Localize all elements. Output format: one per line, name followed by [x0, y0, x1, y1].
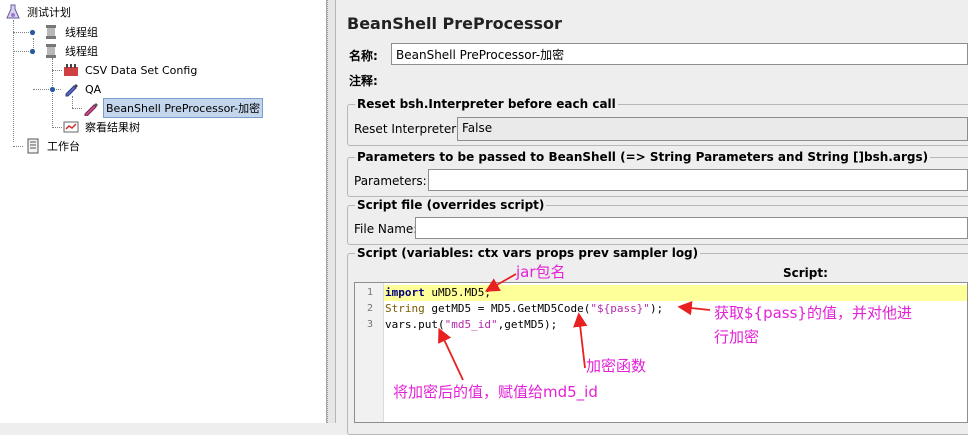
code-keyword: import	[385, 286, 425, 299]
csv-config-icon	[64, 64, 78, 76]
tree-node-label: 线程组	[65, 26, 98, 39]
code-text: getMD5 = MD5.GetMD5Code(	[424, 302, 591, 315]
comment-field[interactable]	[391, 68, 968, 88]
tree-connector	[52, 70, 62, 71]
line-number: 1	[366, 287, 373, 298]
tree-node-workbench[interactable]: 工作台	[25, 137, 82, 155]
tree-node-label: QA	[85, 82, 102, 96]
parameters-label: Parameters:	[354, 174, 427, 188]
tree-node-label: BeanShell PreProcessor-加密	[103, 98, 264, 118]
tree-node-beanshell-preprocessor[interactable]: BeanShell PreProcessor-加密	[83, 98, 264, 118]
tree-node-qa-sampler[interactable]: QA	[63, 80, 103, 98]
workbench-icon	[27, 138, 39, 154]
code-text: ,getMD5);	[497, 318, 558, 331]
tree-node-results-tree[interactable]: 察看结果树	[63, 118, 142, 136]
code-text: uMD5.MD5;	[424, 286, 491, 299]
expand-toggle-icon[interactable]	[29, 29, 36, 36]
tree-node-csv-config[interactable]: CSV Data Set Config	[63, 61, 199, 79]
tree-node-label: 线程组	[65, 45, 98, 58]
name-field[interactable]: BeanShell PreProcessor-加密	[391, 43, 968, 65]
tree-connector	[33, 89, 61, 90]
results-tree-icon	[63, 121, 79, 133]
expand-toggle-icon[interactable]	[49, 86, 56, 93]
code-text: );	[649, 302, 664, 315]
panel-title: BeanShell PreProcessor	[347, 14, 562, 33]
comment-label: 注释:	[349, 74, 378, 88]
tree-node-thread-group[interactable]: 线程组	[43, 42, 100, 60]
annotation-get-pass-cont: 行加密	[714, 328, 760, 346]
beanshell-preprocessor-panel: BeanShell PreProcessor 名称: BeanShell Pre…	[337, 0, 968, 435]
annotation-md5-function: 加密函数	[586, 357, 647, 375]
code-line-2[interactable]: String getMD5 = MD5.GetMD5Code("${pass}"…	[385, 302, 663, 315]
tree-node-label: 测试计划	[27, 6, 71, 19]
name-label: 名称:	[349, 49, 378, 63]
tree-connector	[52, 127, 62, 128]
file-name-field[interactable]	[415, 217, 968, 239]
flask-icon	[6, 4, 20, 19]
reset-interpreter-label: Reset Interpreter:	[354, 122, 461, 136]
script-file-group-title: Script file (overrides script)	[355, 198, 547, 212]
annotation-get-pass: 获取${pass}的值，并对他进	[714, 304, 912, 322]
code-text: vars.put(	[385, 318, 445, 331]
reset-interpreter-dropdown[interactable]: False	[457, 117, 968, 141]
tree-node-test-plan[interactable]: 测试计划	[5, 3, 73, 21]
split-pane-divider[interactable]	[327, 0, 336, 423]
tree-connector	[13, 146, 23, 147]
line-number: 3	[366, 319, 373, 330]
test-plan-tree: 测试计划 线程组 线程组 CSV Data Set Config QA Bean…	[0, 0, 327, 423]
tree-connector	[72, 108, 82, 109]
code-line-3[interactable]: vars.put("md5_id",getMD5);	[385, 318, 557, 331]
code-string: "${pass}"	[590, 302, 650, 315]
spool-icon	[46, 44, 56, 58]
tree-node-thread-group[interactable]: 线程组	[43, 23, 100, 41]
code-string: "md5_id"	[444, 318, 498, 331]
tree-node-label: 工作台	[47, 140, 80, 153]
tree-node-label: CSV Data Set Config	[85, 63, 198, 77]
code-type: String	[385, 302, 425, 315]
parameters-field[interactable]	[428, 169, 968, 191]
sampler-pen-icon	[65, 84, 78, 97]
script-group-title: Script (variables: ctx vars props prev s…	[355, 246, 701, 260]
parameters-group-title: Parameters to be passed to BeanShell (=>…	[355, 150, 931, 164]
preprocessor-pen-icon	[84, 103, 98, 116]
tree-connector	[13, 20, 14, 142]
tree-node-label: 察看结果树	[85, 121, 140, 134]
line-number: 2	[366, 303, 373, 314]
spool-icon	[46, 25, 56, 39]
script-label: Script:	[783, 266, 828, 280]
annotation-assign-md5-id: 将加密后的值，赋值给md5_id	[393, 383, 598, 401]
file-name-label: File Name:	[354, 222, 418, 236]
annotation-jar-package: jar包名	[516, 263, 566, 281]
tree-connector	[52, 58, 53, 128]
code-line-1[interactable]: import uMD5.MD5;	[385, 286, 491, 299]
expand-toggle-icon[interactable]	[29, 48, 36, 55]
reset-group-title: Reset bsh.Interpreter before each call	[355, 97, 618, 111]
